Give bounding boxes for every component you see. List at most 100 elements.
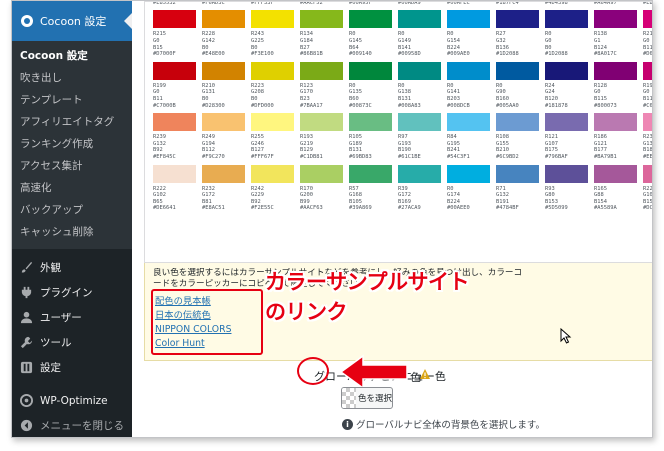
submenu-item-cache-clear[interactable]: キャッシュ削除 [12,221,132,243]
color-code-text: R0 G173 B169 #00ADA9 [398,1,421,6]
submenu-item-template[interactable]: テンプレート [12,89,132,111]
color-swatch [300,10,343,29]
sidebar-submenu: Cocoon 設定 吹き出し テンプレート アフィリエイトタグ ランキング作成 … [12,41,132,249]
color-code-text: R215 G0 B15 #D7000F [153,31,176,58]
color-swatch [643,113,652,132]
color-swatch [202,113,245,132]
palette-cell: R0 G135 B60 #00873C [349,61,392,109]
palette-row: R222 G102 B65 #DE6641 R232 G172 B81 #E8AC… [145,164,653,212]
color-code-text: R27 G32 B136 #1D2088 [496,31,519,58]
submenu-item-ranking[interactable]: ランキング作成 [12,133,132,155]
sidebar-item-wp-optimize[interactable]: WP-Optimize [12,388,132,413]
submenu-item-cocoon-settings[interactable]: Cocoon 設定 [12,45,132,67]
color-code-text: R239 G132 B92 #EF845C [153,134,176,160]
color-swatch [594,113,637,132]
color-swatch [349,164,392,183]
select-color-button[interactable]: 色を選択 [341,387,393,409]
plugin-icon [21,286,32,299]
color-swatch [202,61,245,80]
color-code-text: R222 G102 B65 #DE6641 [153,185,176,212]
submenu-item-backup[interactable]: バックアップ [12,199,132,221]
collapse-icon [20,419,33,432]
color-code-text: R165 G88 B154 #A5589A [594,185,617,212]
palette-row: R215 G0 B15 #D7000F R228 G142 B0 #E48E00 R… [145,10,652,58]
palette-cell: R123 G170 B23 #7BAA17 [300,61,343,109]
submenu-item-speech-bubble[interactable]: 吹き出し [12,67,132,89]
color-code-text: R24 G127 B196 #187FC4 [496,1,519,6]
palette-row: R199 G0 B11 #C7000B R210 G131 B0 #D28300 R… [145,61,652,109]
color-swatch [153,61,196,80]
color-code-text: R186 G121 B177 #BA79B1 [594,134,617,160]
sidebar-item-label: WP-Optimize [40,394,108,407]
sidebar-item-cocoon[interactable]: Cocoon 設定 [12,1,132,41]
color-code-text: R255 G243 B63 #FFF33F [251,1,274,6]
color-code-text: R0 G145 B64 #009140 [349,31,372,58]
collapse-menu-button[interactable]: メニューを閉じる [12,413,132,437]
wp-optimize-icon [20,394,33,407]
color-swatch [300,113,343,132]
color-swatch [202,164,245,183]
palette-cell: R0 G175 B236 #00AFEC [447,2,490,6]
color-code-text: R199 G0 B11 #C7000B [153,82,176,109]
color-swatch [398,164,441,183]
palette-cell: R170 G200 B99 #AACF63 [300,164,343,212]
palette-cell: R186 G121 B177 #BA79B1 [594,113,637,160]
screenshot-frame: Cocoon 設定 Cocoon 設定 吹き出し テンプレート アフィリエイトタ… [11,0,653,438]
color-code-text: R121 G107 B175 #796BAF [545,134,568,160]
color-swatch [643,61,652,80]
sidebar-item-appearance[interactable]: 外観 [12,255,132,280]
palette-cell: R210 G131 B0 #D28300 [202,61,245,109]
annotation-line1: カラーサンプルサイト [265,270,469,294]
palette-cell: R170 G207 B82 #AACF52 [300,1,343,6]
color-swatch [594,164,637,183]
palette-cell: R24 G24 B120 #181878 [545,61,588,109]
color-code-text: R123 G170 B23 #7BAA17 [300,82,323,109]
color-swatch [349,61,392,80]
color-code-text: R232 G85 B50 #E85532 [153,1,176,6]
palette-cell: R220 G102 B155 #DC669B [643,164,653,212]
palette-cell: R166 G74 B151 #A64A97 [594,2,637,6]
color-swatch [202,10,245,29]
palette-cell: R138 G1 B124 #8A017C [594,10,637,57]
submenu-item-access[interactable]: アクセス集計 [12,155,132,177]
settings-icon [20,361,33,374]
submenu-item-affiliate-tag[interactable]: アフィリエイトタグ [12,111,132,133]
sidebar-header-label: Cocoon 設定 [40,15,107,28]
color-code-text: R249 G194 B112 #F9C270 [202,134,225,160]
color-swatch [251,10,294,29]
cocoon-icon [21,15,33,27]
sidebar-item-tools[interactable]: ツール [12,330,132,355]
color-code-text: R170 G207 B82 #AACF52 [300,1,323,6]
sidebar-item-label: 設定 [40,362,61,374]
color-code-text: R232 G172 B81 #E8AC51 [202,185,225,212]
color-swatch [398,10,441,29]
palette-cell: R0 G169 B95 #00A95F [349,2,392,6]
color-swatch [349,10,392,29]
color-code-text: R220 G102 B155 #DC669B [643,185,653,212]
color-code-text: R93 G80 B153 #5D5099 [545,185,568,212]
color-swatch [643,10,652,29]
color-swatch [594,10,637,29]
color-code-text: R0 G141 B203 #008DCB [447,82,470,109]
palette-cell: R0 G154 B224 #009AE0 [447,10,490,57]
color-code-text: R242 G229 B92 #F2E55C [251,185,274,212]
color-swatch [447,61,490,80]
color-swatch [153,10,196,29]
palette-cell: R215 G0 B15 #D7000F [153,10,196,57]
color-swatch [349,113,392,132]
color-code-text: R0 G90 B160 #005AA0 [496,82,519,109]
palette-cell: R93 G80 B153 #5D5099 [545,164,588,212]
palette-cell: R199 G0 B11 #C7000B [153,61,196,109]
palette-cell: R222 G102 B65 #DE6641 [153,164,196,212]
paintbrush-icon [21,261,33,273]
sidebar-item-settings[interactable]: 設定 [12,355,132,380]
color-code-text: R134 G184 B27 #86B81B [300,31,323,58]
sidebar-item-plugins[interactable]: プラグイン [12,280,132,305]
sidebar-item-users[interactable]: ユーザー [12,305,132,330]
color-swatch [643,164,652,183]
submenu-item-speedup[interactable]: 高速化 [12,177,132,199]
palette-cell: R165 G88 B154 #A5589A [594,164,637,212]
color-swatch [251,164,294,183]
color-swatch [300,61,343,80]
highlight-box [151,289,263,355]
